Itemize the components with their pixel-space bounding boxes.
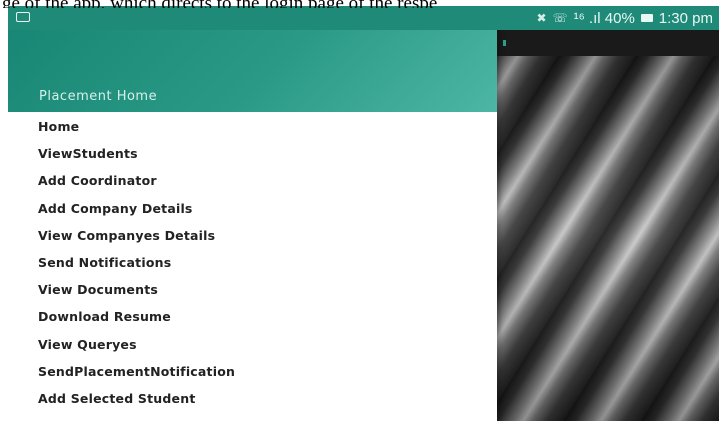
menu-item-view-students[interactable]: ViewStudents	[8, 140, 497, 167]
status-indicators: ✖ ☏ ¹⁶ .ıl 40% 1:30 pm	[537, 9, 713, 27]
signal-battery-text: ¹⁶ .ıl 40%	[573, 9, 635, 27]
menu-item-download-resume[interactable]: Download Resume	[8, 303, 497, 330]
drawer-header-title: Placement Home	[39, 89, 158, 104]
menu-item-add-company-details[interactable]: Add Company Details	[8, 195, 497, 222]
app-bar-peek	[497, 30, 719, 56]
app-bar-accent	[503, 40, 506, 46]
status-bar: ✖ ☏ ¹⁶ .ıl 40% 1:30 pm	[8, 6, 719, 30]
image-icon	[16, 12, 30, 22]
document-caption: ge of the app, which directs to the logi…	[0, 0, 719, 8]
menu-item-add-selected-student[interactable]: Add Selected Student	[8, 385, 497, 412]
menu-item-send-notifications[interactable]: Send Notifications	[8, 249, 497, 276]
navigation-drawer: Placement Home Home ViewStudents Add Coo…	[8, 6, 497, 421]
menu-item-home[interactable]: Home	[8, 113, 497, 140]
menu-item-view-documents[interactable]: View Documents	[8, 276, 497, 303]
volte-icon: ☏	[552, 11, 568, 25]
screenshot-frame: ge of the app, which directs to the logi…	[0, 0, 719, 421]
drawer-menu: Home ViewStudents Add Coordinator Add Co…	[8, 112, 497, 412]
menu-item-view-queries[interactable]: View Queryes	[8, 331, 497, 358]
phone-screen: ✖ ☏ ¹⁶ .ıl 40% 1:30 pm Placement Home Ho…	[8, 6, 719, 421]
menu-item-view-companies-details[interactable]: View Companyes Details	[8, 222, 497, 249]
status-time: 1:30 pm	[658, 9, 713, 27]
mute-icon: ✖	[536, 11, 547, 25]
battery-icon	[640, 14, 653, 22]
menu-item-send-placement-notification[interactable]: SendPlacementNotification	[8, 358, 497, 385]
menu-item-add-coordinator[interactable]: Add Coordinator	[8, 167, 497, 194]
